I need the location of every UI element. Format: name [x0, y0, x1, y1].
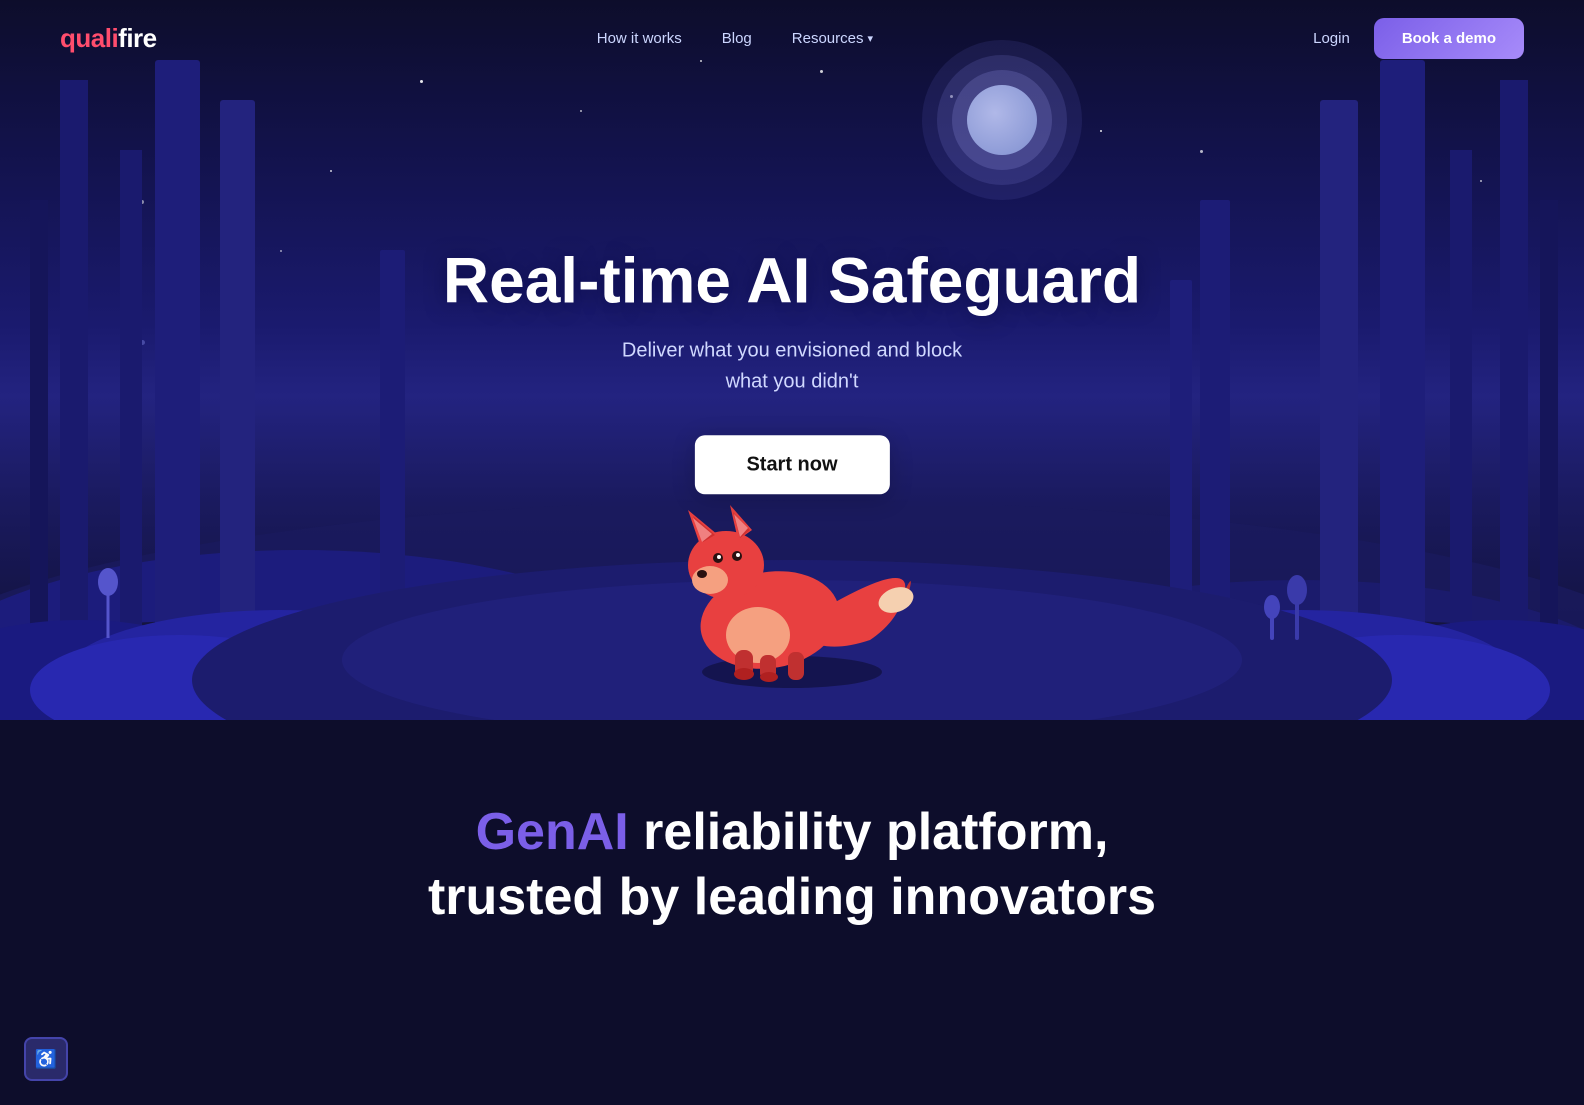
hero-content: Real-time AI Safeguard Deliver what you … — [443, 245, 1141, 494]
nav-links: How it works Blog Resources ▾ — [597, 30, 873, 48]
accessibility-button[interactable]: ♿ — [24, 1037, 68, 1081]
start-now-button[interactable]: Start now — [694, 436, 889, 495]
book-demo-button[interactable]: Book a demo — [1374, 18, 1524, 59]
hero-title: Real-time AI Safeguard — [443, 245, 1141, 315]
hero-section: Real-time AI Safeguard Deliver what you … — [0, 0, 1584, 720]
login-button[interactable]: Login — [1313, 30, 1350, 47]
nav-blog[interactable]: Blog — [722, 30, 752, 47]
nav-actions: Login Book a demo — [1313, 18, 1524, 59]
nav-how-it-works[interactable]: How it works — [597, 30, 682, 47]
navbar: qualifire How it works Blog Resources ▾ … — [0, 0, 1584, 77]
logo[interactable]: qualifire — [60, 23, 157, 54]
chevron-down-icon: ▾ — [867, 32, 873, 45]
bottom-heading: GenAI reliability platform, trusted by l… — [40, 800, 1544, 930]
nav-resources[interactable]: Resources ▾ — [792, 30, 873, 47]
hero-subtitle: Deliver what you envisioned and block wh… — [443, 336, 1141, 398]
bottom-section: GenAI reliability platform, trusted by l… — [0, 720, 1584, 990]
